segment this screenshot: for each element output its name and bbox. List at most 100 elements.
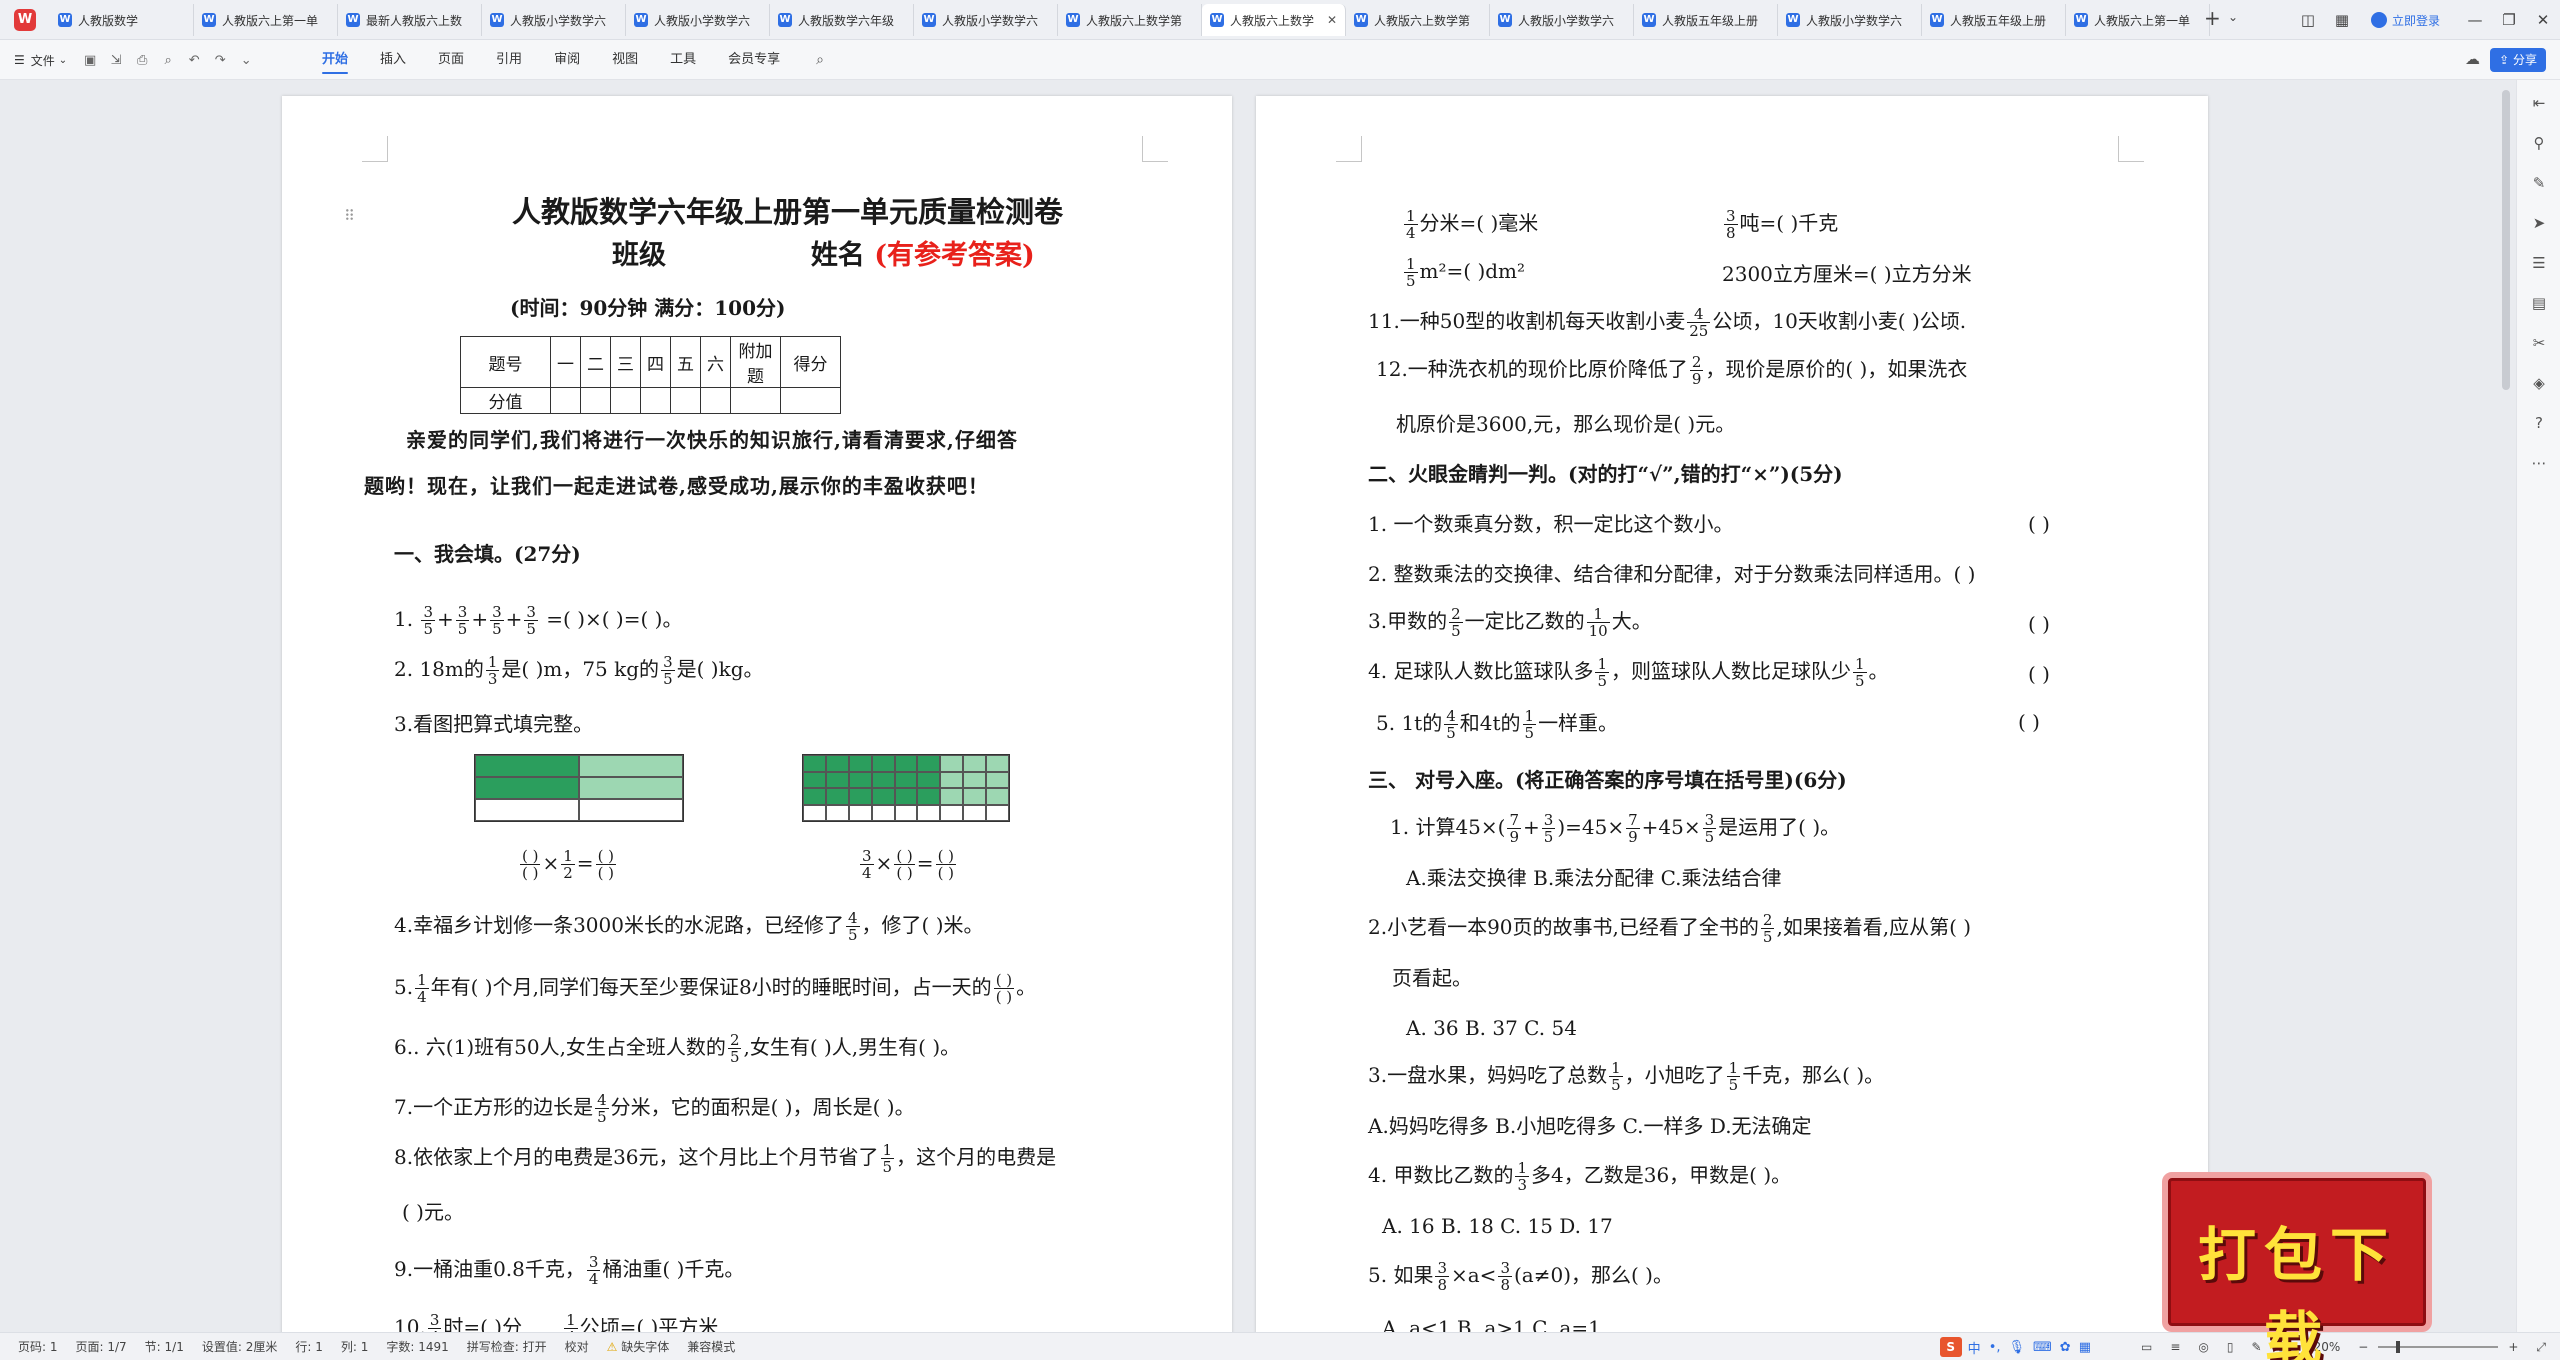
tools-icon[interactable]: ✂ [2529, 334, 2549, 354]
shapes-icon[interactable]: ◈ [2529, 374, 2549, 394]
document-tab[interactable]: W 人教版小学数学六 [1778, 4, 1922, 36]
judge-5-answer[interactable]: ( ) [2018, 708, 2040, 736]
fraction-3-5: 35 [455, 603, 470, 638]
help-icon[interactable]: ? [2529, 414, 2549, 434]
close-window-icon[interactable]: ✕ [2526, 11, 2560, 29]
table-cell[interactable] [640, 387, 671, 414]
document-tab[interactable]: W 人教版五年级上册 [1922, 4, 2066, 36]
template-icon[interactable]: ▤ [2529, 294, 2549, 314]
save-icon[interactable]: ▣ [77, 53, 103, 68]
ribbon-tab[interactable]: 引用 [496, 40, 522, 80]
table-cell[interactable] [730, 387, 781, 414]
collapse-icon[interactable]: ⇤ [2529, 94, 2549, 114]
restore-icon[interactable]: ❐ [2492, 11, 2526, 29]
ribbon-tab[interactable]: 开始 [322, 40, 349, 80]
document-tab[interactable]: W 人教版六上数学 ✕ [1202, 4, 1346, 36]
document-workspace[interactable]: ⠿ 人教版数学六年级上册第一单元质量检测卷 班级 姓名 (有参考答案) (时间：… [0, 80, 2516, 1332]
status-row[interactable]: 行: 1 [295, 1338, 323, 1355]
status-page-number[interactable]: 页码: 1 [18, 1338, 58, 1355]
redo-icon[interactable]: ↷ [207, 53, 233, 68]
table-cell[interactable] [670, 387, 701, 414]
pen-icon[interactable]: ✎ [2529, 174, 2549, 194]
judge-4-answer[interactable]: ( ) [2028, 660, 2050, 688]
document-tab[interactable]: W 人教版数学六年级 [770, 4, 914, 36]
minimize-icon[interactable]: — [2458, 11, 2492, 29]
input-method-bar[interactable]: S 中 •, 🎙 ⌨ ✿ ▦ [1939, 1337, 2099, 1357]
search-icon[interactable]: ⌕ [816, 52, 824, 68]
document-tab[interactable]: W 人教版五年级上册 [1634, 4, 1778, 36]
status-section[interactable]: 节: 1/1 [145, 1338, 184, 1355]
status-missing-fonts[interactable]: ⚠ 缺失字体 [607, 1338, 670, 1355]
margin-corner-mark [1142, 136, 1168, 162]
zoom-in-icon[interactable]: + [2508, 1340, 2518, 1354]
undo-icon[interactable]: ↶ [181, 53, 207, 68]
status-compat-mode[interactable]: 兼容模式 [687, 1338, 735, 1355]
ribbon-tab[interactable]: 工具 [670, 40, 696, 80]
tab-list-chevron-icon[interactable]: ⌄ [2228, 10, 2238, 24]
ribbon-tab[interactable]: 审阅 [554, 40, 580, 80]
judge-1-answer[interactable]: ( ) [2028, 510, 2050, 538]
question-8: 8.依依家上个月的电费是36元，这个月比上个月节省了 1 5 ，这个月的电费是 [394, 1141, 1057, 1176]
word-doc-icon: W [1066, 13, 1080, 27]
choice-2-cont: 页看起。 [1392, 966, 1472, 990]
ribbon-tab[interactable]: 视图 [612, 40, 638, 80]
cloud-sync-icon[interactable]: ☁ [2465, 50, 2480, 68]
status-page-count[interactable]: 页面: 1/7 [76, 1338, 127, 1355]
table-cell[interactable] [550, 387, 581, 414]
document-tab[interactable]: W 人教版小学数学六 [914, 4, 1058, 36]
page-1[interactable]: ⠿ 人教版数学六年级上册第一单元质量检测卷 班级 姓名 (有参考答案) (时间：… [282, 96, 1232, 1332]
fullscreen-icon[interactable]: ⤢ [2536, 1340, 2546, 1355]
ribbon-tab[interactable]: 会员专享 [728, 40, 780, 80]
table-cell: 一 [550, 336, 581, 388]
file-menu-button[interactable]: ☰ 文件 ⌄ [14, 52, 67, 69]
document-tab[interactable]: W 人教版小学数学六 [1490, 4, 1634, 36]
document-tab[interactable]: W 人教版数学 [50, 4, 194, 36]
table-cell[interactable] [610, 387, 641, 414]
settings-sliders-icon[interactable]: ☰ [2529, 254, 2549, 274]
document-tab[interactable]: W 人教版小学数学六 [482, 4, 626, 36]
share-button[interactable]: ⇪ 分享 [2490, 48, 2546, 72]
print-icon[interactable]: ⎙ [129, 53, 155, 68]
ribbon-tab[interactable]: 页面 [438, 40, 464, 80]
grid-icon[interactable]: ▦ [2325, 11, 2359, 29]
filter-icon[interactable]: ⚲ [2529, 134, 2549, 154]
more-icon[interactable]: ⋯ [2529, 454, 2549, 474]
bar-cell [803, 804, 826, 821]
document-tab[interactable]: W 最新人教版六上数 [338, 4, 482, 36]
tab-close-icon[interactable]: ✕ [1327, 13, 1337, 27]
table-cell[interactable] [700, 387, 731, 414]
drag-handle-icon[interactable]: ⠿ [344, 202, 355, 230]
user-avatar-icon [2370, 12, 2387, 28]
document-tab[interactable]: W 人教版六上第一单 [194, 4, 338, 36]
export-pdf-icon[interactable]: ⇲ [103, 53, 129, 68]
bar-cell [579, 755, 683, 777]
download-bundle-banner[interactable]: 打包下载 [2162, 1172, 2432, 1360]
document-tab[interactable]: W 人教版小学数学六 [626, 4, 770, 36]
status-spell-check[interactable]: 拼写检查: 打开 [467, 1338, 547, 1355]
judge-3-answer[interactable]: ( ) [2028, 610, 2050, 638]
more-chevron-icon[interactable]: ⌄ [233, 53, 259, 68]
status-setting-value[interactable]: 设置值: 2厘米 [202, 1338, 278, 1355]
new-tab-plus-icon[interactable]: + [2204, 6, 2221, 30]
table-cell[interactable] [580, 387, 611, 414]
vertical-scrollbar[interactable] [2502, 90, 2510, 390]
status-proofread[interactable]: 校对 [565, 1338, 589, 1355]
layout-icon[interactable]: ◫ [2291, 11, 2325, 29]
print-preview-icon[interactable]: ⌕ [155, 53, 181, 68]
choice-5-options: A. a<1 B. a>1 C. a=1 [1382, 1316, 1601, 1332]
status-word-count[interactable]: 字数: 1491 [386, 1338, 448, 1355]
page-2[interactable]: 1 4 分米=( )毫米 3 8 吨=( )千克 1 5 m²=( )dm² 2300立方厘… [1256, 96, 2208, 1332]
question-11: 11.一种50型的收割机每天收割小麦 4 25 公顷，10天收割小麦( )公顷. [1368, 305, 1967, 340]
bar-cell [475, 755, 579, 777]
section-2-heading: 二、火眼金睛判一判。(对的打“√”,错的打“×”)(5分) [1368, 462, 1843, 486]
ribbon-tab[interactable]: 插入 [380, 40, 406, 80]
cursor-icon[interactable]: ➤ [2529, 214, 2549, 234]
wps-logo[interactable]: W [14, 9, 36, 31]
document-tab[interactable]: W 人教版六上数学第 [1346, 4, 1490, 36]
document-tab[interactable]: W 人教版六上数学第 [1058, 4, 1202, 36]
status-column[interactable]: 列: 1 [341, 1338, 369, 1355]
document-tab[interactable]: W 人教版六上第一单 [2066, 4, 2210, 36]
view-page-icon[interactable]: ▭ [2141, 1340, 2152, 1354]
table-cell[interactable] [780, 387, 841, 414]
login-link[interactable]: 立即登录 [2370, 12, 2440, 29]
